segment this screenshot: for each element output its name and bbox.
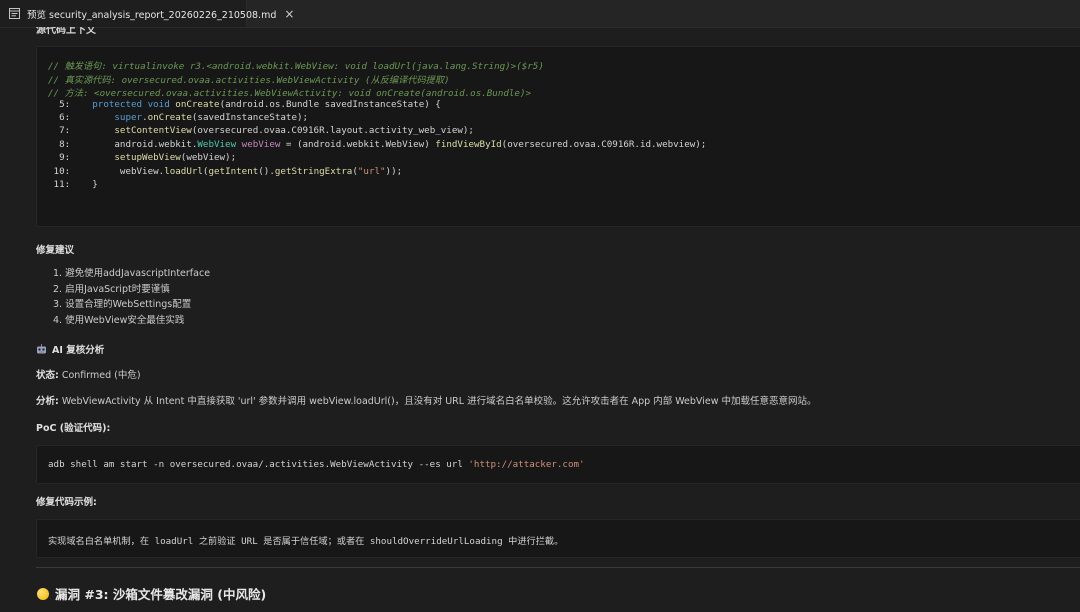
list-item: 3. 设置合理的WebSettings配置	[53, 299, 192, 310]
list-item: 2. 启用JavaScript时要谨慎	[53, 283, 170, 295]
close-icon[interactable]: ×	[284, 8, 294, 20]
poc-command: adb shell am start -n oversecured.ovaa/.…	[48, 459, 585, 470]
poc-heading: PoC (验证代码):	[36, 423, 111, 434]
line-number: 10:	[48, 165, 120, 177]
fix-example-block: 实现域名白名单机制，在 loadUrl 之前验证 URL 是否属于信任域；或者在…	[36, 519, 1080, 558]
status-value: Confirmed (中危)	[58, 370, 141, 381]
line-number: 8:	[48, 138, 115, 150]
preview-icon	[9, 8, 20, 19]
code-comment: // 真实源代码: oversecured.ovaa.activities.We…	[48, 74, 450, 86]
ai-review-title: AI 复核分析	[52, 345, 105, 356]
code-line: 9: setupWebView(webView);	[48, 152, 237, 164]
line-number: 7:	[48, 125, 115, 137]
preview-tab[interactable]: 预览 security_analysis_report_20260226_210…	[0, 0, 294, 27]
tab-title: 预览 security_analysis_report_20260226_210…	[27, 9, 277, 21]
code-line: 6: super.onCreate(savedInstanceState);	[48, 111, 309, 123]
fix-suggestions-list: 1. 避免使用addJavascriptInterface 2. 启用JavaS…	[53, 265, 210, 327]
markdown-preview: 源代码上下文 // 触发语句: virtualinvoke r3.<androi…	[0, 27, 1080, 612]
analysis-line: 分析: WebViewActivity 从 Intent 中直接获取 'url'…	[36, 393, 817, 407]
code-comment: // 触发语句: virtualinvoke r3.<android.webki…	[48, 61, 544, 72]
code-line: 11: }	[48, 178, 98, 190]
code-line: 8: android.webkit.WebView webView = (and…	[48, 138, 707, 150]
status-label: 状态:	[36, 370, 59, 381]
analysis-value: WebViewActivity 从 Intent 中直接获取 'url' 参数并…	[58, 396, 817, 407]
status-line: 状态: Confirmed (中危)	[36, 367, 141, 381]
code-line: 5: protected void onCreate(android.os.Bu…	[48, 98, 441, 110]
list-item: 4. 使用WebView安全最佳实践	[53, 314, 185, 326]
code-comment: // 方法: <oversecured.ovaa.activities.WebV…	[48, 88, 532, 99]
list-item: 1. 避免使用addJavascriptInterface	[53, 268, 211, 279]
poc-code-block: adb shell am start -n oversecured.ovaa/.…	[36, 445, 1080, 484]
analysis-label: 分析:	[36, 396, 59, 407]
ai-review-heading: AI 复核分析	[36, 342, 104, 356]
yellow-circle-icon	[37, 587, 49, 600]
code-line: 7: setContentView(oversecured.ovaa.C0916…	[48, 125, 474, 137]
line-number: 9:	[48, 152, 115, 164]
vulnerability-3-title: 漏洞 #3: 沙箱文件篡改漏洞 (中风险)	[55, 587, 267, 602]
line-number: 5:	[48, 98, 93, 110]
line-number: 11:	[48, 178, 93, 190]
vulnerability-3-heading: 漏洞 #3: 沙箱文件篡改漏洞 (中风险)	[37, 584, 266, 603]
fix-suggestions-heading: 修复建议	[36, 245, 75, 256]
line-number: 6:	[48, 111, 115, 123]
fix-example-heading: 修复代码示例:	[36, 497, 97, 508]
source-code-block: // 触发语句: virtualinvoke r3.<android.webki…	[36, 46, 1080, 227]
editor-tab-bar: 预览 security_analysis_report_20260226_210…	[0, 0, 1080, 28]
divider	[36, 567, 1080, 568]
fix-example-text: 实现域名白名单机制，在 loadUrl 之前验证 URL 是否属于信任域；或者在…	[48, 536, 564, 547]
section-heading-source-context: 源代码上下文	[36, 27, 96, 36]
code-line: 10: webView.loadUrl(getIntent().getStrin…	[48, 165, 403, 177]
robot-icon	[37, 344, 46, 354]
